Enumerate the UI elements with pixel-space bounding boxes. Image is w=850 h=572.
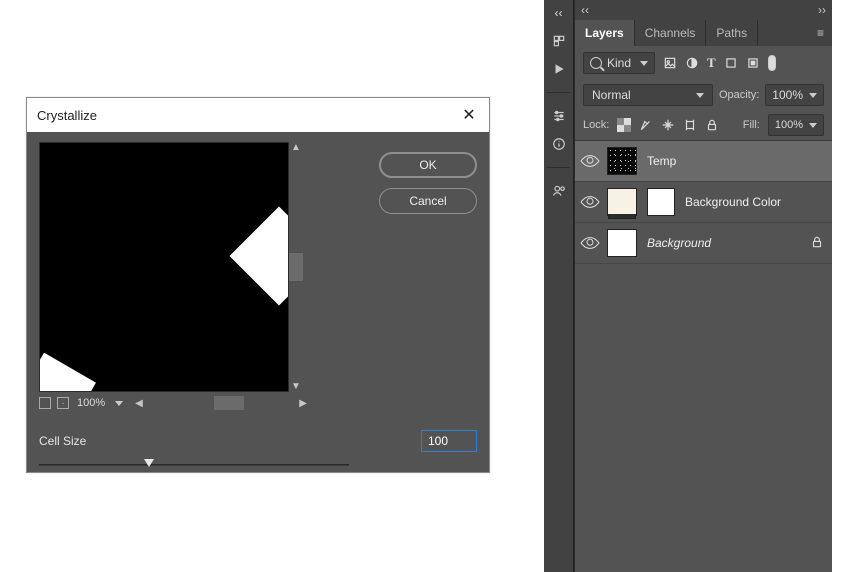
- chevron-down-icon: [640, 61, 648, 66]
- layer-row[interactable]: Background Color: [575, 182, 832, 223]
- lock-position-icon[interactable]: [661, 118, 675, 132]
- filter-toggle[interactable]: [768, 55, 776, 71]
- h-scroll-thumb[interactable]: [214, 396, 244, 410]
- tab-channels[interactable]: Channels: [635, 20, 707, 46]
- fill-label: Fill:: [743, 119, 760, 131]
- preview-shape: [230, 207, 289, 306]
- blend-mode-select[interactable]: Normal: [583, 84, 713, 106]
- dialog-body: ▲ ▼ · 100% ◀: [27, 132, 489, 472]
- filter-preview[interactable]: [39, 142, 289, 392]
- panel-menu-icon[interactable]: ≡: [809, 20, 832, 46]
- expand-panel-icon[interactable]: ››: [818, 3, 826, 17]
- visibility-icon[interactable]: [580, 192, 600, 212]
- filter-shape-icon[interactable]: [724, 56, 738, 70]
- scroll-up-icon[interactable]: ▲: [291, 142, 301, 153]
- layer-row[interactable]: Temp: [575, 141, 832, 182]
- layer-row[interactable]: Background: [575, 223, 832, 264]
- cell-size-input[interactable]: [421, 430, 477, 452]
- layer-thumbnail[interactable]: [607, 229, 637, 257]
- tab-paths[interactable]: Paths: [706, 20, 758, 46]
- zoom-out-icon[interactable]: [39, 397, 51, 409]
- dock-strip: ‹‹: [544, 0, 574, 572]
- lock-transparent-icon[interactable]: [617, 118, 631, 132]
- layer-name[interactable]: Background Color: [685, 195, 781, 209]
- filter-pixel-icon[interactable]: [663, 56, 677, 70]
- layer-list: Temp Background Color Background: [575, 141, 832, 572]
- collapse-panel-icon[interactable]: ‹‹: [581, 3, 589, 17]
- chevron-down-icon: [696, 93, 704, 98]
- opacity-input[interactable]: 100%: [765, 84, 824, 106]
- layer-name[interactable]: Background: [647, 236, 711, 250]
- lock-icon: [810, 235, 824, 252]
- cancel-button[interactable]: Cancel: [379, 188, 477, 214]
- dialog-titlebar[interactable]: Crystallize ✕: [27, 98, 489, 132]
- slider-thumb[interactable]: [144, 459, 154, 467]
- scroll-down-icon[interactable]: ▼: [291, 381, 301, 392]
- dialog-title: Crystallize: [37, 108, 97, 123]
- preview-bottom-bar: · 100% ◀ ▶: [39, 394, 309, 412]
- v-scroll-track[interactable]: [289, 155, 303, 379]
- clone-source-icon[interactable]: [552, 184, 566, 198]
- fill-input[interactable]: 100%: [768, 114, 824, 136]
- actions-icon[interactable]: [552, 62, 566, 76]
- chevron-down-icon: [809, 123, 817, 128]
- zoom-percent[interactable]: 100%: [77, 397, 105, 409]
- panel-area: ‹‹ ‹‹ ›› Layers Channels Paths ≡ Kind: [544, 0, 832, 572]
- layer-mask-thumbnail[interactable]: [647, 188, 675, 216]
- lock-all-icon[interactable]: [705, 118, 719, 132]
- filter-type-icon[interactable]: T: [707, 55, 716, 71]
- zoom-fit-icon[interactable]: ·: [57, 397, 69, 409]
- layer-thumbnail[interactable]: [607, 147, 637, 175]
- properties-icon[interactable]: [552, 109, 566, 123]
- collapse-dock-icon[interactable]: ‹‹: [555, 6, 563, 20]
- panel-tabs: Layers Channels Paths ≡: [575, 20, 832, 46]
- layers-panel: ‹‹ ›› Layers Channels Paths ≡ Kind T: [574, 0, 832, 572]
- zoom-dropdown-icon[interactable]: [115, 401, 123, 406]
- preview-shape: [39, 353, 96, 392]
- lock-label: Lock:: [583, 119, 609, 131]
- crystallize-dialog: Crystallize ✕ ▲ ▼: [26, 97, 490, 473]
- preview-vertical-scrollbar[interactable]: ▲ ▼: [289, 142, 303, 392]
- layer-filter-kind[interactable]: Kind: [583, 52, 655, 74]
- ok-button[interactable]: OK: [379, 152, 477, 178]
- close-icon[interactable]: ✕: [459, 105, 479, 125]
- filter-adjust-icon[interactable]: [685, 56, 699, 70]
- layer-name[interactable]: Temp: [647, 154, 676, 168]
- cell-size-slider[interactable]: [39, 458, 349, 472]
- filter-smart-icon[interactable]: [746, 56, 760, 70]
- slider-track: [39, 464, 349, 466]
- lock-artboard-icon[interactable]: [683, 118, 697, 132]
- visibility-icon[interactable]: [580, 233, 600, 253]
- cell-size-label: Cell Size: [39, 434, 86, 448]
- v-scroll-thumb[interactable]: [289, 253, 303, 281]
- chevron-down-icon: [809, 93, 817, 98]
- tab-layers[interactable]: Layers: [575, 20, 635, 46]
- h-scroll-track[interactable]: [149, 396, 293, 410]
- visibility-icon[interactable]: [580, 151, 600, 171]
- opacity-label: Opacity:: [719, 89, 759, 101]
- lock-pixels-icon[interactable]: [639, 118, 653, 132]
- info-icon[interactable]: [552, 137, 566, 151]
- layer-thumbnail[interactable]: [607, 188, 637, 216]
- history-icon[interactable]: [552, 34, 566, 48]
- scroll-left-icon[interactable]: ◀: [133, 398, 145, 409]
- scroll-right-icon[interactable]: ▶: [297, 398, 309, 409]
- search-icon: [590, 57, 602, 69]
